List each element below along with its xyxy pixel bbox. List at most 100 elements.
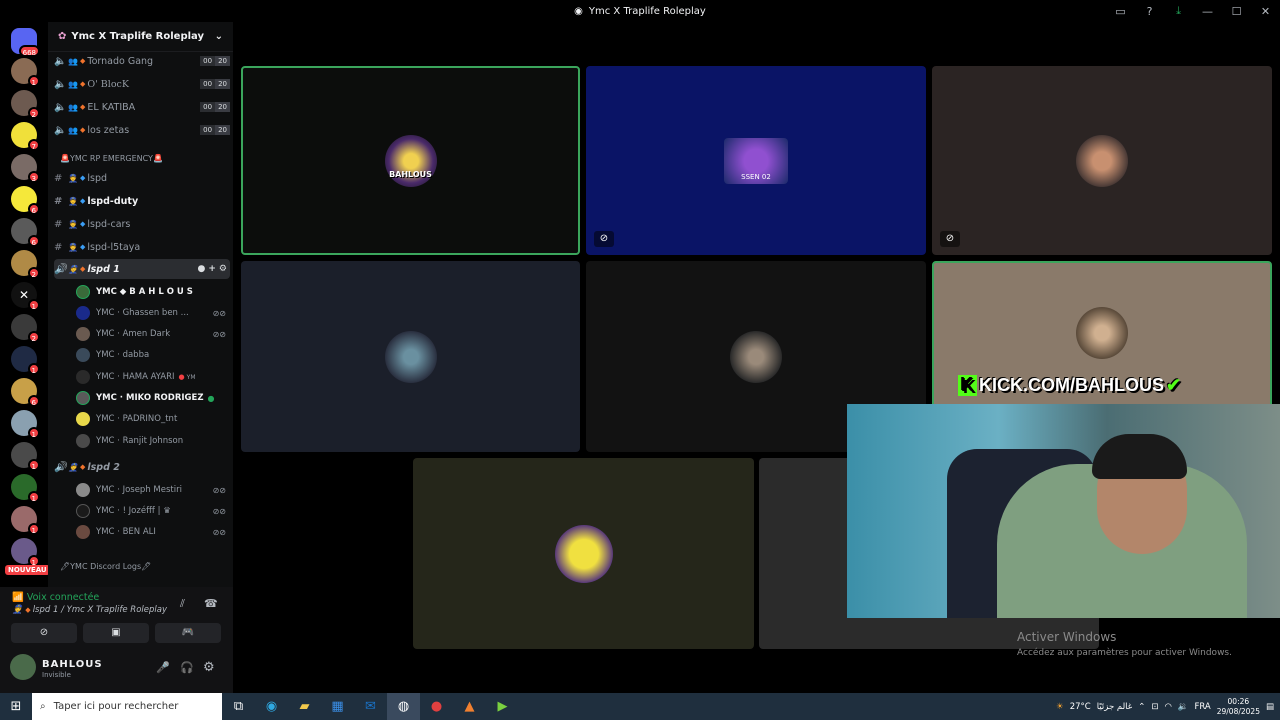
- task-view-icon[interactable]: ⧉: [222, 693, 255, 720]
- voice-channel[interactable]: 🔈 👥 ◆ Tornado Gang 00 20: [54, 51, 230, 71]
- server-badge: 1: [27, 523, 40, 535]
- weather-temp: 27°C: [1069, 701, 1091, 712]
- download-icon[interactable]: ⤓: [1164, 4, 1193, 18]
- server-icon[interactable]: 1: [11, 506, 40, 535]
- participant-tile[interactable]: BAHLOUS: [241, 66, 580, 255]
- voice-user[interactable]: YMC · HAMA AYARI ● YM: [76, 367, 226, 387]
- participant-tile[interactable]: ⊘: [932, 66, 1272, 255]
- screen-share-button[interactable]: ▣: [83, 623, 149, 643]
- voice-channel-lspd2[interactable]: 🔊 👮 ◆ lspd 2: [54, 457, 230, 477]
- volume-icon[interactable]: 🔉: [1178, 702, 1189, 712]
- server-icon[interactable]: 1: [11, 442, 40, 471]
- voice-user[interactable]: YMC · Ghassen ben ... ⊘⊘: [76, 303, 226, 323]
- video-off-button[interactable]: ⊘: [11, 623, 77, 643]
- user-limit: 20: [215, 102, 230, 112]
- avatar: [76, 327, 90, 341]
- clock[interactable]: 00:26 29/08/2025: [1217, 697, 1260, 717]
- network-icon[interactable]: ⊡: [1151, 702, 1158, 712]
- voice-user[interactable]: YMC · MIKO RODRIGEZ ●: [76, 388, 226, 408]
- server-icon[interactable]: 2: [11, 250, 40, 279]
- user-name: YMC · Amen Dark: [96, 329, 171, 339]
- discord-icon[interactable]: ◍: [387, 693, 420, 720]
- activity-button[interactable]: 🎮: [155, 623, 221, 643]
- server-icon[interactable]: 7: [11, 122, 40, 151]
- text-channel[interactable]: # 👮 ◆ lspd-duty: [54, 191, 230, 211]
- text-channel[interactable]: # 👮 ◆ lspd-cars: [54, 214, 230, 234]
- server-icon[interactable]: 2: [11, 90, 40, 119]
- windows-start-icon[interactable]: ⊞: [0, 699, 32, 714]
- text-channel[interactable]: # 👮 ◆ lspd: [54, 168, 230, 188]
- voice-status[interactable]: 📶 Voix connectée: [12, 592, 99, 603]
- activity-icon: ●: [207, 393, 215, 403]
- guild-header[interactable]: ✿ Ymc X Traplife Roleplay ⌄: [48, 22, 233, 52]
- server-icon[interactable]: 1: [11, 538, 40, 567]
- settings-icon[interactable]: ⚙: [219, 264, 230, 274]
- notifications-icon[interactable]: ▤: [1266, 702, 1274, 712]
- server-icon[interactable]: 6: [11, 218, 40, 247]
- voice-channel-lspd1[interactable]: 🔊 👮 ◆ lspd 1 ●+⚙: [54, 259, 230, 279]
- maximize-button[interactable]: ☐: [1222, 5, 1251, 18]
- voice-user[interactable]: YMC · Joseph Mestiri ⊘⊘: [76, 480, 226, 500]
- disconnect-icon[interactable]: ☎: [204, 597, 218, 610]
- voice-user[interactable]: YMC · PADRINO_tnt: [76, 409, 226, 429]
- store-icon[interactable]: ▦: [321, 693, 354, 720]
- server-icon[interactable]: 6: [11, 378, 40, 407]
- mic-icon[interactable]: 🎤: [156, 661, 170, 674]
- taskbar-search[interactable]: ⌕ Taper ici pour rechercher: [32, 693, 222, 720]
- weather-icon[interactable]: ☀: [1056, 702, 1064, 712]
- edge-icon[interactable]: ◉: [255, 693, 288, 720]
- inbox-icon[interactable]: ▭: [1106, 5, 1135, 18]
- home-badge: 668: [18, 45, 40, 57]
- chevron-up-icon[interactable]: ⌃: [1138, 702, 1145, 712]
- voice-user[interactable]: YMC · ! Jozéfff | ♛ ⊘⊘: [76, 501, 226, 521]
- server-icon[interactable]: 3: [11, 154, 40, 183]
- webcam-overlay: [847, 404, 1280, 618]
- wifi-icon[interactable]: ◠: [1164, 702, 1171, 712]
- channel-name: Tornado Gang: [87, 55, 154, 67]
- headphones-icon[interactable]: 🎧: [180, 661, 194, 674]
- voice-user[interactable]: YMC · dabba: [76, 345, 226, 365]
- server-icon[interactable]: ✕ 1: [11, 282, 40, 311]
- app-green-icon[interactable]: ▶: [486, 693, 519, 720]
- server-icon[interactable]: 1: [11, 346, 40, 375]
- record-app-icon[interactable]: ●: [420, 693, 453, 720]
- participant-tile[interactable]: [241, 261, 580, 452]
- server-icon[interactable]: 1: [11, 474, 40, 503]
- participant-tile[interactable]: [413, 458, 754, 649]
- participant-tile[interactable]: SSEN 02 ⊘: [586, 66, 926, 255]
- settings-icon[interactable]: ⚙: [203, 660, 215, 675]
- voice-channel[interactable]: 🔈 👥 ◆ los zetas 00 20: [54, 120, 230, 140]
- voice-location[interactable]: 👮 ◆ lspd 1 / Ymc X Traplife Roleplay: [12, 605, 167, 615]
- home-button[interactable]: 668: [11, 28, 40, 57]
- app-orange-icon[interactable]: ▲: [453, 693, 486, 720]
- voice-user[interactable]: YMC · BEN ALI ⊘⊘: [76, 522, 226, 542]
- server-icon[interactable]: 6: [11, 186, 40, 215]
- chat-icon[interactable]: ●: [198, 264, 209, 274]
- server-icon[interactable]: 1: [11, 410, 40, 439]
- category-emergency[interactable]: 🚨YMC RP EMERGENCY🚨: [60, 154, 163, 163]
- minimize-button[interactable]: —: [1193, 5, 1222, 18]
- channel-name: lspd 1: [87, 263, 120, 275]
- user-name: YMC · MIKO RODRIGEZ: [96, 393, 204, 403]
- invite-icon[interactable]: +: [208, 264, 219, 274]
- voice-user[interactable]: YMC · Ranjit Johnson: [76, 431, 226, 451]
- text-channel[interactable]: # 👮 ◆ lspd-l5taya: [54, 237, 230, 257]
- category-logs[interactable]: 🖊YMC Discord Logs🖊: [60, 562, 151, 571]
- close-button[interactable]: ✕: [1251, 5, 1280, 18]
- server-icon[interactable]: 1: [11, 58, 40, 87]
- voice-user[interactable]: YMC · Amen Dark ⊘⊘: [76, 324, 226, 344]
- voice-channel[interactable]: 🔈 👥 ◆ EL KATIBA 00 20: [54, 97, 230, 117]
- people-icon: 👥: [68, 56, 78, 66]
- officer-icon: 👮: [68, 264, 78, 274]
- file-explorer-icon[interactable]: ▰: [288, 693, 321, 720]
- user-avatar[interactable]: [10, 654, 36, 680]
- voice-channel[interactable]: 🔈 👥 ◆ O' BlocK 00 20: [54, 74, 230, 94]
- help-icon[interactable]: ?: [1135, 5, 1164, 18]
- speaker-icon: 🔊: [54, 263, 67, 275]
- outlook-icon[interactable]: ✉: [354, 693, 387, 720]
- server-icon[interactable]: 2: [11, 314, 40, 343]
- noise-suppression-icon[interactable]: ⫽: [180, 597, 185, 611]
- language-indicator[interactable]: FRA: [1194, 702, 1210, 712]
- user-name: YMC · dabba: [96, 350, 150, 360]
- voice-user[interactable]: YMC ◆ B A H L O U S: [76, 282, 226, 302]
